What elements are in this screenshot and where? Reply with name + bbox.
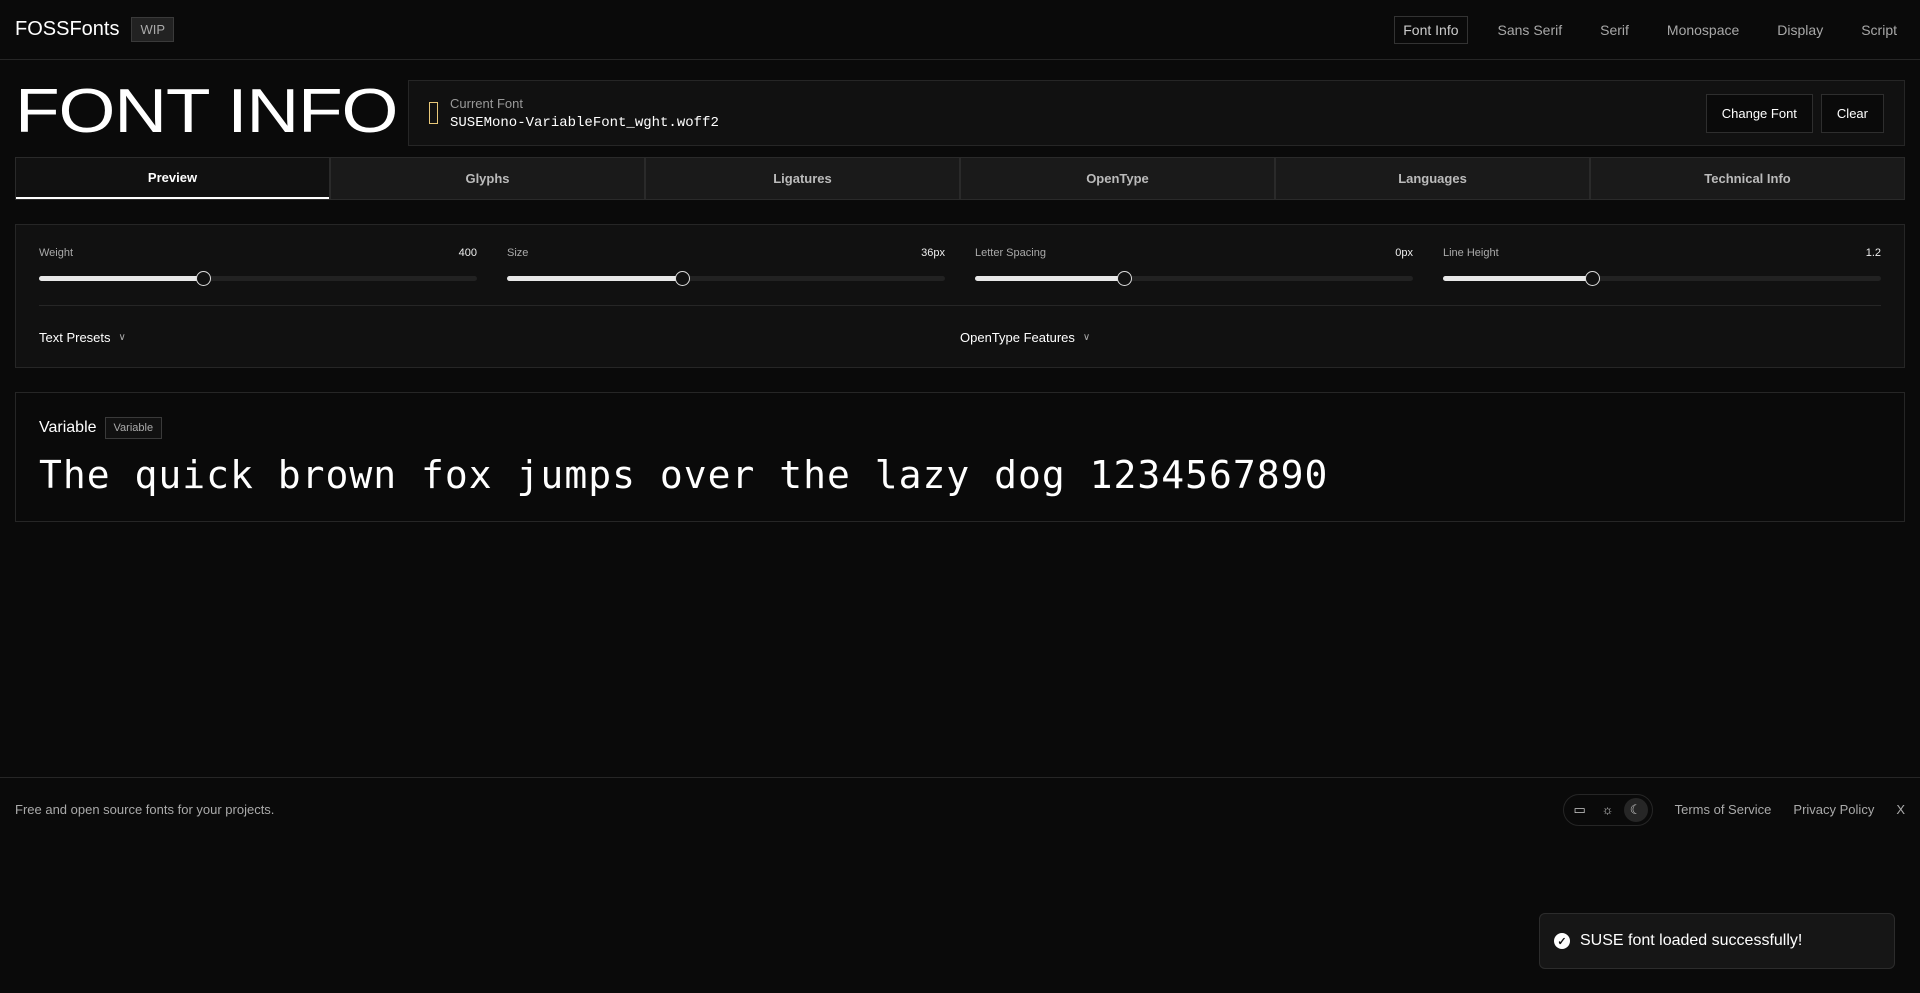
slider-label: Line Height <box>1443 247 1499 259</box>
opentype-features-dropdown[interactable]: OpenType Features ∨ <box>960 330 1881 345</box>
slider-value: 1.2 <box>1865 247 1881 259</box>
nav-font-info[interactable]: Font Info <box>1394 15 1468 44</box>
letter-spacing-slider: Letter Spacing 0px <box>975 247 1413 286</box>
sun-icon[interactable]: ☼ <box>1596 798 1620 822</box>
preview-panel: Variable Variable The quick brown fox ju… <box>15 392 1905 522</box>
sample-text: The quick brown fox jumps over the lazy … <box>39 453 1329 497</box>
nav-display[interactable]: Display <box>1769 17 1831 43</box>
nav-script[interactable]: Script <box>1853 17 1905 43</box>
toast-message: SUSE font loaded successfully! <box>1580 932 1803 949</box>
terms-link[interactable]: Terms of Service <box>1675 802 1772 817</box>
slider-track[interactable] <box>1443 271 1881 286</box>
tab-opentype[interactable]: OpenType <box>959 158 1274 199</box>
slider-thumb[interactable] <box>196 271 212 286</box>
moon-icon[interactable]: ☾ <box>1623 797 1648 822</box>
nav-sans-serif[interactable]: Sans Serif <box>1490 17 1571 43</box>
tabs: Preview Glyphs Ligatures OpenType Langua… <box>15 157 1905 200</box>
tab-glyphs[interactable]: Glyphs <box>329 158 644 199</box>
page-title: FONT INFO <box>15 77 398 146</box>
change-font-button[interactable]: Change Font <box>1705 93 1813 133</box>
slider-value: 400 <box>458 247 477 259</box>
slider-track[interactable] <box>507 271 945 286</box>
footer: Free and open source fonts for your proj… <box>0 777 1920 841</box>
theme-switcher: ▭ ☼ ☾ <box>1562 793 1653 826</box>
tab-languages[interactable]: Languages <box>1274 158 1589 199</box>
privacy-link[interactable]: Privacy Policy <box>1793 802 1874 817</box>
line-height-slider: Line Height 1.2 <box>1443 247 1881 286</box>
nav-monospace[interactable]: Monospace <box>1659 17 1747 43</box>
slider-fill <box>1443 276 1592 281</box>
slider-track[interactable] <box>39 271 477 286</box>
slider-thumb[interactable] <box>1584 271 1600 286</box>
opentype-features-label: OpenType Features <box>960 330 1075 345</box>
toast-notification: ✓ SUSE font loaded successfully! <box>1539 913 1895 969</box>
logo[interactable]: FOSSFonts WIP <box>15 17 175 42</box>
slider-thumb[interactable] <box>675 271 691 286</box>
slider-fill <box>39 276 204 281</box>
chevron-down-icon: ∨ <box>1082 332 1091 343</box>
slider-fill <box>507 276 683 281</box>
tab-preview[interactable]: Preview <box>16 158 329 199</box>
current-font-name: SUSEMono-VariableFont_wght.woff2 <box>450 114 719 131</box>
monitor-icon[interactable]: ▭ <box>1568 798 1592 822</box>
slider-value: 36px <box>921 247 945 259</box>
tab-ligatures[interactable]: Ligatures <box>644 158 959 199</box>
file-icon <box>429 102 438 124</box>
slider-label: Letter Spacing <box>975 247 1046 259</box>
logo-text[interactable]: FOSSFonts <box>15 18 119 41</box>
chevron-down-icon: ∨ <box>118 332 126 343</box>
slider-track[interactable] <box>975 271 1413 286</box>
check-circle-icon: ✓ <box>1554 933 1570 949</box>
slider-fill <box>975 276 1124 281</box>
variable-badge: Variable <box>104 417 163 439</box>
current-font-panel: Current Font SUSEMono-VariableFont_wght.… <box>408 80 1905 146</box>
main-nav: Font Info Sans Serif Serif Monospace Dis… <box>1394 15 1905 44</box>
clear-button[interactable]: Clear <box>1820 93 1884 133</box>
preview-title: Variable <box>39 419 97 436</box>
header: FOSSFonts WIP Font Info Sans Serif Serif… <box>0 0 1920 60</box>
tab-technical-info[interactable]: Technical Info <box>1589 158 1904 199</box>
controls-panel: Weight 400 Size 36px Letter Spacing 0px Lin… <box>15 224 1905 368</box>
footer-tagline: Free and open source fonts for your proj… <box>15 802 275 817</box>
nav-serif[interactable]: Serif <box>1592 17 1637 43</box>
weight-slider: Weight 400 <box>39 247 477 286</box>
slider-thumb[interactable] <box>1116 271 1132 286</box>
divider <box>39 305 1881 306</box>
wip-badge: WIP <box>131 17 175 42</box>
size-slider: Size 36px <box>507 247 945 286</box>
x-link[interactable]: X <box>1896 802 1905 817</box>
text-presets-label: Text Presets <box>39 330 111 345</box>
slider-label: Size <box>507 247 529 259</box>
slider-label: Weight <box>39 247 74 259</box>
text-presets-dropdown[interactable]: Text Presets ∨ <box>39 330 960 345</box>
current-font-label: Current Font <box>450 95 523 111</box>
slider-value: 0px <box>1395 247 1413 259</box>
